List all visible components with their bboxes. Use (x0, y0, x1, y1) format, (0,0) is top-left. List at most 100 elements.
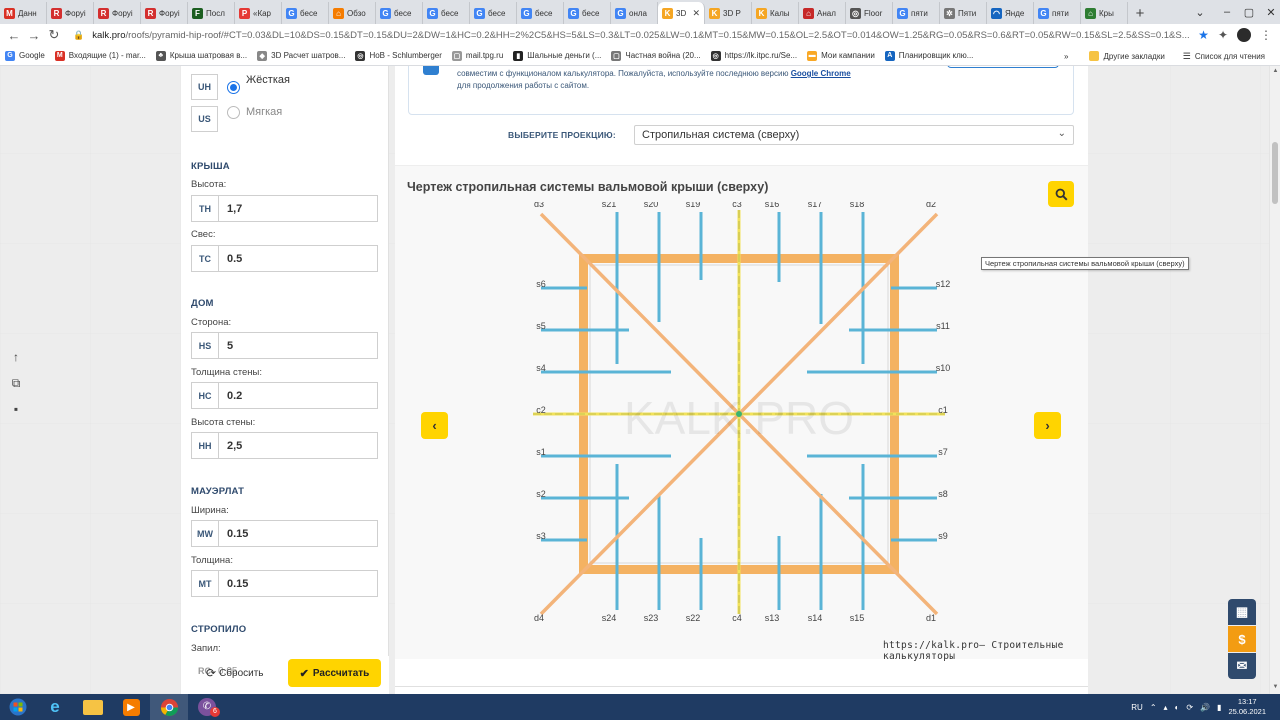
reading-list[interactable]: ☰ Список для чтения (1178, 51, 1270, 62)
network-icon[interactable]: ▴ (1164, 703, 1168, 712)
window-close-button[interactable]: ✕ (1256, 0, 1280, 24)
bookmark-star-icon[interactable]: ★ (1198, 28, 1209, 42)
radio-hard-row[interactable]: UH Жёсткая (191, 74, 290, 100)
roof-overhang-field[interactable]: TC 0.5 (191, 245, 378, 272)
radio-soft[interactable] (227, 105, 240, 119)
scrollbar-thumb[interactable] (1272, 142, 1278, 204)
zoom-button[interactable] (1048, 181, 1074, 207)
wall-thickness-field[interactable]: HC 0.2 (191, 382, 378, 409)
other-bookmarks[interactable]: Другие закладки (1084, 51, 1169, 61)
reload-icon[interactable]: ↻ (44, 27, 64, 43)
house-side-value[interactable]: 5 (219, 333, 233, 358)
bookmark-item[interactable]: ▬ Мои кампании (802, 50, 880, 61)
warning-action-button[interactable] (947, 66, 1059, 68)
browser-tab[interactable]: ⌂ Кры (1081, 2, 1128, 24)
browser-tab[interactable]: Gбесе (517, 2, 564, 24)
page-scrollbar[interactable]: ▲ ▼ (1269, 66, 1280, 694)
scroll-down-icon[interactable]: ▼ (1271, 684, 1280, 692)
browser-tab[interactable]: R Форуі (94, 2, 141, 24)
bookmark-item[interactable]: ▢ Частная война (20... (606, 50, 705, 61)
browser-tab[interactable]: Gбесе (470, 2, 517, 24)
browser-tab[interactable]: Gбесе (282, 2, 329, 24)
new-tab-button[interactable]: + (1128, 2, 1152, 24)
browser-tab[interactable]: F Посл (188, 2, 235, 24)
wall-height-field[interactable]: HH 2,5 (191, 432, 378, 459)
ie-taskbar-button[interactable]: e (36, 694, 74, 720)
house-side-field[interactable]: HS 5 (191, 332, 378, 359)
mauerlat-thickness-field[interactable]: MT 0.15 (191, 570, 378, 597)
bookmark-item[interactable]: M Входящие (1) - mar... (50, 50, 151, 61)
bookmark-item[interactable]: ◆ 3D Расчет шатров... (252, 50, 350, 61)
address-bar[interactable]: 🔒 kalk.pro/roofs/pyramid-hip-roof/#CT=0.… (73, 26, 1208, 44)
browser-tab[interactable]: P «Кар (235, 2, 282, 24)
forward-icon[interactable]: → (24, 28, 44, 43)
share-icon[interactable]: ⧉ (9, 376, 23, 390)
price-button[interactable]: $ (1228, 626, 1256, 652)
bookmark-item[interactable]: ▢ mail.tpg.ru (447, 50, 508, 61)
browser-tab[interactable]: Gбесе (376, 2, 423, 24)
mauerlat-thickness-value[interactable]: 0.15 (219, 571, 248, 596)
wall-height-value[interactable]: 2,5 (219, 433, 242, 458)
reset-button[interactable]: ⟳ Сбросить (206, 662, 264, 684)
calculator-button[interactable]: ▦ (1228, 599, 1256, 625)
bookmarks-overflow-icon[interactable]: » (1064, 52, 1068, 61)
bookmark-item[interactable]: ♣ Крыша шатровая в... (151, 50, 252, 61)
browser-tab[interactable]: ⌂ Анал (799, 2, 846, 24)
browser-tab[interactable]: K 3D ✕ (658, 2, 705, 24)
browser-tab[interactable]: K Калы (752, 2, 799, 24)
browser-tab[interactable]: ◎ Floor (846, 2, 893, 24)
browser-tab[interactable]: Gбесе (564, 2, 611, 24)
bookmark-item[interactable]: ▮ Шальные деньги (... (508, 50, 606, 61)
bookmark-item[interactable]: A Планировщик клю... (880, 50, 979, 61)
update-icon[interactable]: ◐ (1175, 703, 1180, 712)
browser-tab[interactable]: K 3D Р (705, 2, 752, 24)
explorer-taskbar-button[interactable] (74, 694, 112, 720)
tray-arrow-icon[interactable]: ⌃ (1150, 703, 1157, 712)
mauerlat-width-value[interactable]: 0.15 (219, 521, 248, 546)
menu-icon[interactable]: ⋮ (1260, 28, 1272, 42)
comment-icon[interactable]: ▪ (9, 402, 23, 416)
roof-height-field[interactable]: TH 1,7 (191, 195, 378, 222)
mauerlat-width-field[interactable]: MW 0.15 (191, 520, 378, 547)
browser-tab[interactable]: Gпяти (893, 2, 940, 24)
browser-tab[interactable]: M Данн (0, 2, 47, 24)
browser-tab[interactable]: Gпяти (1034, 2, 1081, 24)
bookmark-item[interactable]: G Google (0, 50, 50, 61)
wall-thickness-value[interactable]: 0.2 (219, 383, 242, 408)
roof-overhang-value[interactable]: 0.5 (219, 246, 242, 271)
browser-tab[interactable]: Gонла (611, 2, 658, 24)
chat-button[interactable]: ✉ (1228, 653, 1256, 679)
next-drawing-button[interactable]: › (1034, 412, 1061, 439)
bookmark-item[interactable]: ◎ https://lk.itpc.ru/Se... (706, 50, 802, 61)
tab-search-icon[interactable]: ⌄ (1185, 0, 1215, 24)
bookmark-item[interactable]: ◎ HoB - Schlumberger (350, 50, 446, 61)
profile-avatar[interactable] (1237, 28, 1251, 42)
browser-tab[interactable]: R Форуі (141, 2, 188, 24)
scroll-top-icon[interactable]: ↑ (9, 350, 23, 364)
browser-tab[interactable]: R Форуі (47, 2, 94, 24)
chrome-link[interactable]: Google Chrome (791, 69, 851, 78)
radio-hard[interactable] (227, 80, 240, 94)
close-tab-icon[interactable]: ✕ (692, 8, 700, 19)
viber-taskbar-button[interactable]: ✆ 6 (188, 694, 226, 720)
chrome-taskbar-button[interactable] (150, 694, 188, 720)
browser-tab[interactable]: ✲ Пяти (940, 2, 987, 24)
volume-icon[interactable]: 🔊 (1200, 703, 1210, 712)
language-indicator[interactable]: RU (1131, 703, 1143, 712)
projection-select[interactable]: Стропильная система (сверху) ⌄ (634, 125, 1074, 145)
back-icon[interactable]: ← (4, 28, 24, 43)
extensions-icon[interactable]: ✦ (1218, 28, 1228, 42)
radio-soft-row[interactable]: US Мягкая (191, 105, 282, 132)
sync-icon[interactable]: ⟳ (1186, 703, 1193, 712)
signal-icon[interactable]: ▮ (1217, 703, 1221, 712)
start-button[interactable] (0, 694, 36, 720)
scroll-up-icon[interactable]: ▲ (1271, 68, 1280, 76)
prev-drawing-button[interactable]: ‹ (421, 412, 448, 439)
browser-tab[interactable]: ⌂ Обзо (329, 2, 376, 24)
browser-tab[interactable]: ◠ Янде (987, 2, 1034, 24)
media-taskbar-button[interactable]: ▶ (112, 694, 150, 720)
roof-height-value[interactable]: 1,7 (219, 196, 242, 221)
calculate-button[interactable]: ✔ Рассчитать (288, 659, 381, 687)
clock[interactable]: 13:17 25.06.2021 (1228, 697, 1266, 717)
browser-tab[interactable]: Gбесе (423, 2, 470, 24)
